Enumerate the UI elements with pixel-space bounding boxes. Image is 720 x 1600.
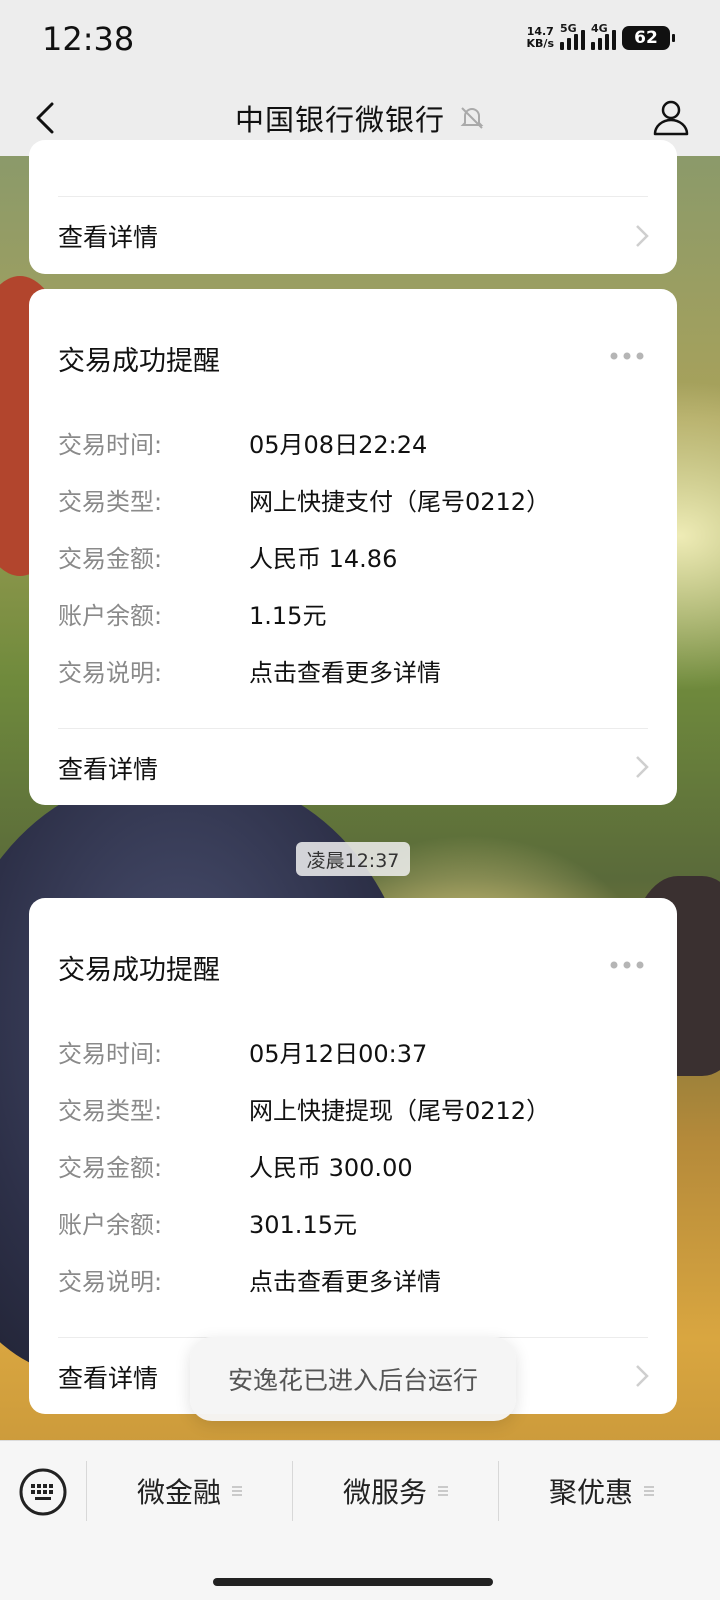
profile-icon[interactable] bbox=[650, 96, 692, 138]
system-toast: 安逸花已进入后台运行 bbox=[190, 1337, 516, 1421]
field-label: 交易说明: bbox=[58, 659, 163, 687]
field-value: 人民币 14.86 bbox=[249, 545, 398, 573]
menu-item-promotions[interactable]: 聚优惠 bbox=[500, 1463, 704, 1519]
back-arrow-icon[interactable] bbox=[28, 98, 68, 138]
field-value[interactable]: 点击查看更多详情 bbox=[249, 653, 441, 688]
field-value[interactable]: 点击查看更多详情 bbox=[249, 1262, 441, 1297]
status-indicators: 14.7 KB/s 5G 4G 62 bbox=[526, 22, 675, 50]
more-options-icon[interactable] bbox=[609, 960, 645, 970]
field-value: 05月12日00:37 bbox=[249, 1040, 428, 1068]
signal-4g-icon: 4G bbox=[591, 22, 616, 50]
home-indicator[interactable] bbox=[213, 1578, 493, 1586]
field-label: 交易说明: bbox=[58, 1268, 163, 1296]
signal-5g-icon: 5G bbox=[560, 22, 585, 50]
chevron-right-icon bbox=[636, 756, 649, 778]
view-details-link[interactable]: 查看详情 bbox=[58, 218, 158, 254]
field-label: 交易金额: bbox=[58, 1154, 163, 1182]
menu-divider bbox=[86, 1461, 87, 1521]
submenu-icon bbox=[438, 1486, 448, 1496]
field-value: 1.15元 bbox=[249, 602, 327, 630]
menu-item-micro-service[interactable]: 微服务 bbox=[294, 1463, 498, 1519]
message-card-top: 查看详情 bbox=[29, 140, 677, 274]
message-timestamp: 凌晨12:37 bbox=[296, 842, 410, 876]
menu-divider bbox=[498, 1461, 499, 1521]
field-value: 网上快捷提现（尾号0212） bbox=[249, 1097, 551, 1125]
field-value: 05月08日22:24 bbox=[249, 431, 428, 459]
transaction-card: 交易成功提醒 交易时间: 05月08日22:24 交易类型: 网上快捷支付（尾号… bbox=[29, 289, 677, 805]
bottom-menu-bar: 微金融 微服务 聚优惠 bbox=[0, 1440, 720, 1600]
muted-bell-icon bbox=[460, 107, 484, 129]
more-options-icon[interactable] bbox=[609, 351, 645, 361]
card-divider bbox=[58, 728, 648, 729]
page-title: 中国银行微银行 bbox=[234, 103, 445, 137]
keyboard-icon[interactable] bbox=[18, 1467, 68, 1517]
card-divider bbox=[58, 196, 648, 197]
field-label: 交易时间: bbox=[58, 431, 163, 459]
status-time: 12:38 bbox=[42, 20, 135, 58]
field-label: 交易金额: bbox=[58, 545, 163, 573]
field-label: 交易类型: bbox=[58, 488, 163, 516]
network-speed: 14.7 KB/s bbox=[526, 25, 554, 50]
card-title: 交易成功提醒 bbox=[58, 955, 220, 986]
view-details-link[interactable]: 查看详情 bbox=[58, 1359, 158, 1395]
field-value: 301.15元 bbox=[249, 1211, 357, 1239]
field-label: 账户余额: bbox=[58, 602, 163, 630]
submenu-icon bbox=[644, 1486, 654, 1496]
menu-item-micro-finance[interactable]: 微金融 bbox=[88, 1463, 292, 1519]
field-label: 交易时间: bbox=[58, 1040, 163, 1068]
battery-icon: 62 bbox=[622, 26, 675, 50]
view-details-link[interactable]: 查看详情 bbox=[58, 750, 158, 786]
field-value: 网上快捷支付（尾号0212） bbox=[249, 488, 551, 516]
field-label: 账户余额: bbox=[58, 1211, 163, 1239]
chevron-right-icon bbox=[636, 225, 649, 247]
chevron-right-icon bbox=[636, 1365, 649, 1387]
field-value: 人民币 300.00 bbox=[249, 1154, 413, 1182]
submenu-icon bbox=[232, 1486, 242, 1496]
card-title: 交易成功提醒 bbox=[58, 346, 220, 377]
menu-divider bbox=[292, 1461, 293, 1521]
status-bar: 12:38 14.7 KB/s 5G 4G 62 bbox=[0, 0, 720, 80]
field-label: 交易类型: bbox=[58, 1097, 163, 1125]
